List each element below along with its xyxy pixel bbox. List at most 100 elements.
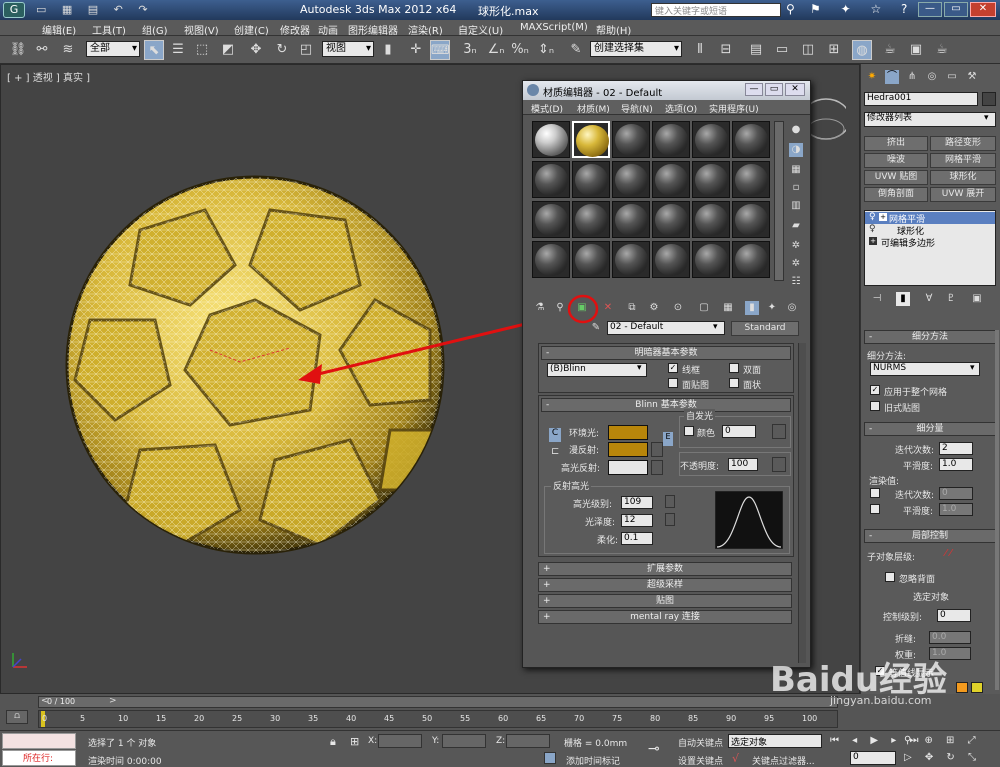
viewport-nav-controls[interactable]: ⚲ ⊕ ⊞ ⤢ [904,735,981,746]
motion-tab-icon[interactable]: ◎ [925,70,939,84]
crease-field[interactable]: 0.0 [929,631,971,644]
material-editor-min-button[interactable]: — [745,83,763,96]
angle-snap-icon[interactable]: ∠ₙ [486,40,506,60]
mated-menu-modes[interactable]: 模式(D) [531,102,563,115]
eyedropper-icon[interactable]: ✎ [589,321,603,335]
menu-animation[interactable]: 动画 [318,22,338,37]
scale-icon[interactable]: ◰ [296,40,316,60]
sample-slot[interactable] [572,201,610,238]
create-tab-icon[interactable]: ✷ [865,70,879,84]
show-end-result-icon[interactable]: ▦ [721,301,735,315]
menu-group[interactable]: 组(G) [142,22,168,37]
select-by-name-icon[interactable]: ☰ [168,40,188,60]
sample-slot[interactable] [532,241,570,278]
sample-slot[interactable] [652,121,690,158]
search-icon[interactable]: ⚲ [786,2,795,16]
mated-menu-navigation[interactable]: 导航(N) [621,102,653,115]
face-map-checkbox[interactable] [668,378,678,388]
key-icon[interactable]: ⊸ [648,741,660,757]
specular-color-swatch[interactable] [608,460,648,475]
selection-filter-select[interactable]: 全部 ▾ [86,41,140,57]
backlight-icon[interactable]: ◑ [789,143,803,157]
key-filters-icon[interactable]: √ [732,752,739,765]
named-selection-select[interactable]: 创建选择集 ▾ [590,41,682,57]
options-icon[interactable]: ✲ [789,239,803,253]
iterations-field[interactable]: 2 [939,442,973,455]
schematic-view-icon[interactable]: ⊞ [824,40,844,60]
modifier-button-path-deform[interactable]: 路径变形 [930,136,996,151]
rollout-header-blinn[interactable]: - Blinn 基本参数 [541,398,791,412]
glossiness-map-button[interactable] [665,513,675,526]
next-frame-icon[interactable]: > [109,696,117,706]
graphite-tools-icon[interactable]: ▭ [772,40,792,60]
pivot-icon[interactable]: ▮ [378,40,398,60]
opacity-map-button[interactable] [772,457,786,472]
expand-icon[interactable]: + [869,237,877,245]
menu-views[interactable]: 视图(V) [184,22,219,37]
glossiness-value[interactable]: 12 [621,514,653,527]
quick-access-toolbar[interactable]: ▭ ▦ ▤ ↶ ↷ ▾ [36,3,156,29]
absolute-mode-icon[interactable]: ⊞ [350,735,359,748]
align-icon[interactable]: ⊟ [716,40,736,60]
modifier-list-select[interactable]: 修改器列表 [864,112,996,127]
modifier-button-noise[interactable]: 噪波 [864,153,928,168]
minimize-button[interactable]: — [918,2,942,17]
modifier-button-unwrap-uvw[interactable]: UVW 展开 [930,187,996,202]
edit-named-selection-icon[interactable]: ✎ [566,40,586,60]
pick-material-icon[interactable]: ◎ [785,301,799,315]
show-map-icon[interactable]: ▢ [697,301,711,315]
modifier-button-bevel-profile[interactable]: 倒角剖面 [864,187,928,202]
add-time-tag[interactable]: 添加时间标记 [566,754,620,767]
mirror-icon[interactable]: ⫴ [690,40,710,60]
select-by-material-icon[interactable]: ✲ [789,257,803,271]
key-filters-button[interactable]: 关键点过滤器... [752,754,815,767]
link-icon[interactable]: ⛓ [8,40,28,60]
rect-region-icon[interactable]: ⬚ [192,40,212,60]
video-color-icon[interactable]: ▥ [789,199,803,213]
close-button[interactable]: ✕ [970,2,996,17]
z-coord-field[interactable] [506,734,550,748]
sample-slot[interactable] [652,161,690,198]
object-name-field[interactable]: Hedra001 [864,92,978,106]
configure-sets-icon[interactable]: ▣ [970,292,984,306]
opacity-value[interactable]: 100 [728,458,758,471]
select-object-icon[interactable]: ⬉ [144,40,164,60]
make-unique-icon[interactable]: ⧉ [625,301,639,315]
move-icon[interactable]: ✥ [246,40,266,60]
time-slider[interactable]: < 0 / 100 > [38,696,838,708]
render-smoothness-field[interactable]: 1.0 [939,503,973,516]
stack-item-spherify[interactable]: ♀ 球形化 [865,224,995,237]
command-panel-scrollbar[interactable] [995,330,999,690]
stack-item-meshsmooth[interactable]: ♀ + 网格平滑 [865,212,995,225]
sample-slot[interactable] [692,161,730,198]
bulb-icon[interactable]: ♀ [869,224,876,234]
reset-map-icon[interactable]: ✕ [601,301,615,315]
rollout-maps[interactable]: + 贴图 [538,594,792,608]
maximize-button[interactable]: ▭ [944,2,968,17]
pin-stack-icon[interactable]: ⊣ [870,292,884,306]
utilities-tab-icon[interactable]: ⚒ [965,70,979,84]
mini-curve-icon[interactable]: ⩍ [6,710,28,724]
sample-slot[interactable] [612,161,650,198]
sample-slot[interactable] [532,121,570,158]
auto-key-button[interactable]: 自动关键点 [678,736,723,749]
rollout-supersampling[interactable]: + 超级采样 [538,578,792,592]
stack-item-editable-poly[interactable]: + 可编辑多边形 [865,236,995,249]
sample-slot[interactable] [732,241,770,278]
rendered-frame-icon[interactable]: ▣ [906,40,926,60]
render-setup-icon[interactable]: ☕ [880,40,900,60]
time-tag-icon[interactable] [544,752,556,764]
maxscript-listener[interactable] [2,733,76,749]
selected-select[interactable]: 选定对象 [728,734,822,748]
background-icon[interactable]: ▦ [789,163,803,177]
menu-tools[interactable]: 工具(T) [92,22,126,37]
ambient-color-swatch[interactable] [608,425,648,440]
soften-value[interactable]: 0.1 [621,532,653,545]
rotate-icon[interactable]: ↻ [272,40,292,60]
put-to-scene-icon[interactable]: ⚲ [553,301,567,315]
spec-level-value[interactable]: 109 [621,496,653,509]
viewport-nav-controls-2[interactable]: ▷ ✥ ↻ ⤡ [904,752,981,763]
menu-maxscript[interactable]: MAXScript(M) [520,22,588,33]
rollout-mental-ray[interactable]: + mental ray 连接 [538,610,792,624]
app-logo-icon[interactable]: G [3,2,25,18]
